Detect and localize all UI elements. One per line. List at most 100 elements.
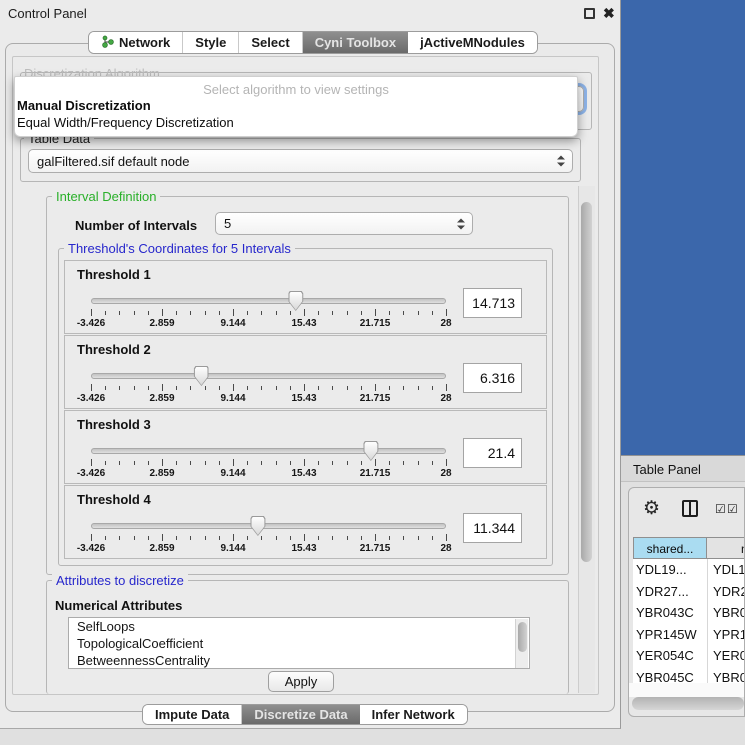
threshold-slider[interactable] <box>91 523 446 529</box>
threshold-value-field[interactable]: 6.316 <box>463 363 522 393</box>
dropdown-hint: Select algorithm to view settings <box>15 77 577 97</box>
checkbox-icon[interactable]: ☑ <box>727 502 738 516</box>
threshold-slider[interactable] <box>91 448 446 454</box>
float-window-icon[interactable] <box>584 8 595 19</box>
control-panel-titlebar: Control Panel ✖ <box>0 0 620 26</box>
hscrollbar-thumb[interactable] <box>632 697 744 710</box>
threshold-value-field[interactable]: 14.713 <box>463 288 522 318</box>
tab-network[interactable]: Network <box>89 32 183 53</box>
table-row[interactable]: YPR145WYPR1 <box>633 624 745 646</box>
top-tab-strip: Network Style Select Cyni Toolbox jActiv… <box>88 31 538 54</box>
dropdown-item-manual[interactable]: Manual Discretization <box>15 97 577 114</box>
slider-tick-labels: -3.4262.8599.14415.4321.71528 <box>91 318 446 330</box>
table-row[interactable]: YDL19... YDL1 <box>633 559 745 581</box>
table-cell: YBR0 <box>713 667 745 684</box>
threshold-4-panel: Threshold 4 -3.4262.8599.14415.4321.7152… <box>64 485 547 559</box>
tab-label: jActiveMNodules <box>420 35 525 50</box>
tab-label: Discretize Data <box>254 707 347 722</box>
control-panel-title: Control Panel <box>8 6 87 21</box>
table-cell: YDL1 <box>713 559 745 581</box>
table-panel-title: Table Panel <box>633 462 701 477</box>
slider-ticks <box>91 534 446 542</box>
network-icon <box>101 35 114 51</box>
number-of-intervals-label: Number of Intervals <box>75 218 197 233</box>
attribute-items: SelfLoopsTopologicalCoefficientBetweenne… <box>69 618 529 669</box>
table-browser-window: ⚙ ☑ ☑ shared... na YDL19...YDL1YDR27...Y… <box>628 487 745 717</box>
combo-stepper-icon <box>457 217 465 230</box>
split-columns-icon[interactable] <box>682 500 698 517</box>
tab-style[interactable]: Style <box>183 32 239 53</box>
tab-label: Cyni Toolbox <box>315 35 396 50</box>
slider-ticks <box>91 459 446 467</box>
slider-handle[interactable] <box>194 366 209 386</box>
slider-handle[interactable] <box>363 441 378 461</box>
close-icon[interactable]: ✖ <box>603 5 615 22</box>
table-cell: YPR145W <box>636 624 697 646</box>
attribute-item[interactable]: SelfLoops <box>69 618 529 635</box>
table-cell: YBR045C <box>636 667 694 684</box>
tab-label: Select <box>251 35 289 50</box>
threshold-label: Threshold 1 <box>77 267 151 282</box>
table-cell: YBR043C <box>636 602 694 624</box>
numerical-attributes-label: Numerical Attributes <box>55 598 182 613</box>
threshold-value-field[interactable]: 11.344 <box>463 513 522 543</box>
number-of-intervals-value: 5 <box>224 216 231 231</box>
numerical-attributes-list[interactable]: SelfLoopsTopologicalCoefficientBetweenne… <box>68 617 530 669</box>
combo-stepper-icon <box>557 155 565 168</box>
table-cell: YER054C <box>636 645 694 667</box>
tab-jactivemnodules[interactable]: jActiveMNodules <box>408 32 537 53</box>
tab-label: Impute Data <box>155 707 229 722</box>
slider-tick-labels: -3.4262.8599.14415.4321.71528 <box>91 393 446 405</box>
table-cell: YDR27... <box>636 581 689 603</box>
hscrollbar-track[interactable] <box>629 683 744 697</box>
table-row[interactable]: YBR043C YBR0 <box>633 602 745 624</box>
threshold-1-panel: Threshold 1 -3.4262.8599.14415.4321.7152… <box>64 260 547 334</box>
control-panel-window: Control Panel ✖ Network Style Select Cyn… <box>0 0 621 729</box>
table-cell: YDL19... <box>636 559 687 581</box>
tab-discretize-data[interactable]: Discretize Data <box>242 705 359 724</box>
table-data-combo-value: galFiltered.sif default node <box>37 154 189 169</box>
slider-handle[interactable] <box>250 516 265 536</box>
dropdown-item-equal-width[interactable]: Equal Width/Frequency Discretization <box>15 114 577 131</box>
threshold-label: Threshold 2 <box>77 342 151 357</box>
threshold-slider[interactable] <box>91 298 446 304</box>
tab-infer-network[interactable]: Infer Network <box>360 705 467 724</box>
table-row[interactable]: YDR27... YDR2 <box>633 581 745 603</box>
threshold-2-panel: Threshold 2 -3.4262.8599.14415.4321.7152… <box>64 335 547 409</box>
table-cell: YDR2 <box>713 581 745 603</box>
node-table: shared... na YDL19...YDL1YDR27...YDR2YBR… <box>633 537 745 683</box>
threshold-label: Threshold 4 <box>77 492 151 507</box>
attribute-item[interactable]: BetweennessCentrality <box>69 652 529 669</box>
list-scrollbar[interactable] <box>515 619 528 669</box>
column-header-shared-name[interactable]: shared... <box>633 537 707 559</box>
tab-impute-data[interactable]: Impute Data <box>143 705 242 724</box>
table-data-combo[interactable]: galFiltered.sif default node <box>28 149 573 173</box>
slider-ticks <box>91 384 446 392</box>
table-cell: YER0 <box>713 645 745 667</box>
network-window-frame: GAL80GACGAL11GAL4GCY1HHAP2 <box>621 0 745 455</box>
threshold-value-field[interactable]: 21.4 <box>463 438 522 468</box>
apply-button[interactable]: Apply <box>268 671 334 692</box>
threshold-label: Threshold 3 <box>77 417 151 432</box>
table-row[interactable]: YBR045C YBR0 <box>633 667 745 684</box>
table-row[interactable]: YER054C YER0 <box>633 645 745 667</box>
gear-icon[interactable]: ⚙ <box>643 497 660 520</box>
column-divider <box>707 559 708 683</box>
tab-label: Network <box>119 35 170 50</box>
tab-cyni-toolbox[interactable]: Cyni Toolbox <box>303 32 408 53</box>
thresholds-group-label: Threshold's Coordinates for 5 Intervals <box>64 241 295 256</box>
table-cell: YBR0 <box>713 602 745 624</box>
tab-label: Infer Network <box>372 707 455 722</box>
slider-handle[interactable] <box>288 291 303 311</box>
threshold-3-panel: Threshold 3 -3.4262.8599.14415.4321.7152… <box>64 410 547 484</box>
threshold-slider[interactable] <box>91 373 446 379</box>
checkbox-icon[interactable]: ☑ <box>715 502 726 516</box>
attribute-item[interactable]: TopologicalCoefficient <box>69 635 529 652</box>
table-panel-titlebar: Table Panel <box>621 455 745 482</box>
bottom-tab-strip: Impute Data Discretize Data Infer Networ… <box>142 704 468 725</box>
tab-select[interactable]: Select <box>239 32 302 53</box>
number-of-intervals-combo[interactable]: 5 <box>215 212 473 235</box>
panel-scrollbar-thumb[interactable] <box>581 202 592 562</box>
column-header-name[interactable]: na <box>707 537 745 559</box>
slider-tick-labels: -3.4262.8599.14415.4321.71528 <box>91 543 446 555</box>
